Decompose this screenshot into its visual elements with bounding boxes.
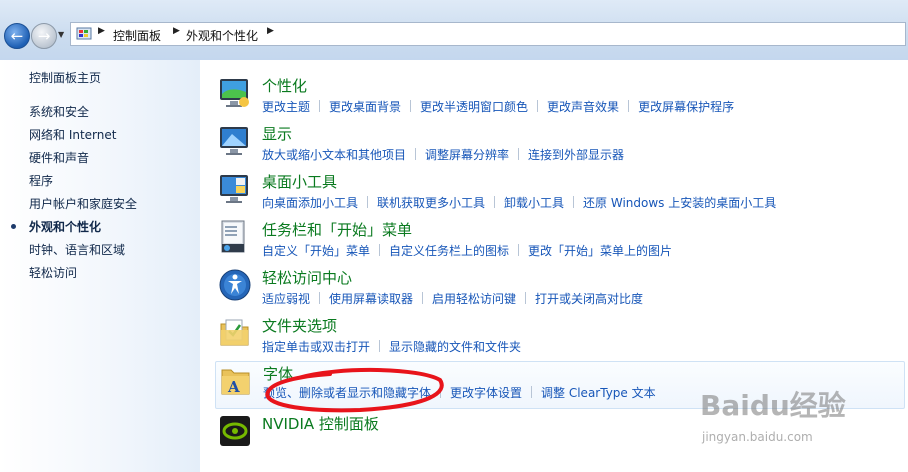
link-change-background[interactable]: 更改桌面背景 — [329, 100, 401, 114]
baidu-watermark: Baidu经验 jingyan.baidu.com — [690, 378, 905, 458]
divider — [525, 292, 527, 304]
sidebar-item-ease-of-access[interactable]: 轻松访问 — [29, 264, 77, 281]
link-click-open[interactable]: 指定单击或双击打开 — [262, 340, 370, 354]
forward-button[interactable]: → — [31, 23, 57, 49]
category-title[interactable]: 个性化 — [262, 75, 307, 96]
category-gadgets: 桌面小工具 向桌面添加小工具 联机获取更多小工具 卸载小工具 还原 Windows 上… — [215, 172, 905, 218]
fonts-icon: A — [221, 369, 250, 396]
link-restore-gadgets[interactable]: 还原 Windows 上安装的桌面小工具 — [583, 196, 776, 210]
personalization-icon — [220, 79, 249, 107]
address-bar[interactable]: ▶ 控制面板 ▶ 外观和个性化 ▶ — [70, 22, 906, 46]
gadgets-icon — [220, 175, 248, 203]
category-links: 向桌面添加小工具 联机获取更多小工具 卸载小工具 还原 Windows 上安装的桌面小… — [262, 194, 776, 211]
sidebar-item-hardware-sound[interactable]: 硬件和声音 — [29, 149, 89, 166]
divider — [440, 386, 442, 398]
category-title[interactable]: 字体 — [263, 363, 293, 384]
recent-pages-chevron-icon[interactable]: ▼ — [58, 30, 68, 40]
category-title[interactable]: 桌面小工具 — [262, 171, 337, 192]
link-external-display[interactable]: 连接到外部显示器 — [528, 148, 624, 162]
folder-options-icon — [220, 319, 249, 346]
forward-arrow-icon: → — [37, 27, 51, 45]
link-access-keys[interactable]: 启用轻松访问键 — [432, 292, 516, 306]
category-links: 预览、删除或者显示和隐藏字体 更改字体设置 调整 ClearType 文本 — [263, 384, 656, 401]
link-cleartype[interactable]: 调整 ClearType 文本 — [541, 386, 656, 400]
divider — [379, 244, 381, 256]
link-hidden-files[interactable]: 显示隐藏的文件和文件夹 — [389, 340, 521, 354]
link-get-gadgets[interactable]: 联机获取更多小工具 — [377, 196, 485, 210]
divider — [422, 292, 424, 304]
category-title[interactable]: 轻松访问中心 — [262, 267, 352, 288]
link-window-color[interactable]: 更改半透明窗口颜色 — [420, 100, 528, 114]
breadcrumb-separator-icon[interactable]: ▶ — [267, 26, 274, 36]
divider — [379, 340, 381, 352]
breadcrumb-separator-icon[interactable]: ▶ — [173, 26, 180, 36]
sidebar-item-home[interactable]: 控制面板主页 — [29, 69, 101, 86]
category-ease-of-access: 轻松访问中心 适应弱视 使用屏幕读取器 启用轻松访问键 打开或关闭高对比度 — [215, 268, 905, 314]
category-title[interactable]: NVIDIA 控制面板 — [262, 413, 379, 434]
back-button[interactable]: ← — [4, 23, 30, 49]
link-start-picture[interactable]: 更改「开始」菜单上的图片 — [528, 244, 672, 258]
category-title[interactable]: 显示 — [262, 123, 292, 144]
link-screen-reader[interactable]: 使用屏幕读取器 — [329, 292, 413, 306]
link-high-contrast[interactable]: 打开或关闭高对比度 — [535, 292, 643, 306]
divider — [518, 244, 520, 256]
category-folder-options: 文件夹选项 指定单击或双击打开 显示隐藏的文件和文件夹 — [215, 316, 905, 362]
category-links: 自定义「开始」菜单 自定义任务栏上的图标 更改「开始」菜单上的图片 — [262, 242, 672, 259]
divider — [628, 100, 630, 112]
link-uninstall-gadget[interactable]: 卸载小工具 — [504, 196, 564, 210]
back-arrow-icon: ← — [10, 27, 24, 45]
category-title[interactable]: 文件夹选项 — [262, 315, 337, 336]
nvidia-icon — [220, 416, 250, 446]
link-add-gadget[interactable]: 向桌面添加小工具 — [262, 196, 358, 210]
category-links: 指定单击或双击打开 显示隐藏的文件和文件夹 — [262, 338, 521, 355]
category-title[interactable]: 任务栏和「开始」菜单 — [262, 219, 412, 240]
category-links: 适应弱视 使用屏幕读取器 启用轻松访问键 打开或关闭高对比度 — [262, 290, 643, 307]
sidebar-item-appearance[interactable]: 外观和个性化 — [29, 218, 101, 235]
active-item-bullet-icon — [11, 224, 16, 229]
control-panel-icon — [76, 27, 92, 40]
ease-of-access-icon — [219, 269, 251, 301]
svg-text:A: A — [227, 378, 240, 396]
divider — [494, 196, 496, 208]
category-personalization: 个性化 更改主题 更改桌面背景 更改半透明窗口颜色 更改声音效果 更改屏幕保护程序 — [215, 76, 905, 122]
link-preview-fonts[interactable]: 预览、删除或者显示和隐藏字体 — [263, 386, 431, 400]
link-change-theme[interactable]: 更改主题 — [262, 100, 310, 114]
watermark-brand: Baidu经验 — [700, 389, 846, 422]
link-screensaver[interactable]: 更改屏幕保护程序 — [638, 100, 734, 114]
divider — [319, 100, 321, 112]
category-links: 更改主题 更改桌面背景 更改半透明窗口颜色 更改声音效果 更改屏幕保护程序 — [262, 98, 734, 115]
category-links: 放大或缩小文本和其他项目 调整屏幕分辨率 连接到外部显示器 — [262, 146, 624, 163]
divider — [537, 100, 539, 112]
divider — [518, 148, 520, 160]
watermark-url: jingyan.baidu.com — [702, 430, 813, 444]
sidebar-item-clock-language[interactable]: 时钟、语言和区域 — [29, 241, 125, 258]
link-text-size[interactable]: 放大或缩小文本和其他项目 — [262, 148, 406, 162]
divider — [367, 196, 369, 208]
breadcrumb-appearance[interactable]: 外观和个性化 — [186, 27, 258, 44]
divider — [531, 386, 533, 398]
breadcrumb-control-panel[interactable]: 控制面板 — [113, 27, 161, 44]
divider — [410, 100, 412, 112]
navigation-bar: ← → ▼ ▶ 控制面板 ▶ 外观和个性化 ▶ — [0, 0, 908, 60]
link-font-settings[interactable]: 更改字体设置 — [450, 386, 522, 400]
sidebar-item-network[interactable]: 网络和 Internet — [29, 126, 116, 143]
sidebar-item-user-accounts[interactable]: 用户帐户和家庭安全 — [29, 195, 137, 212]
link-resolution[interactable]: 调整屏幕分辨率 — [425, 148, 509, 162]
link-taskbar-icons[interactable]: 自定义任务栏上的图标 — [389, 244, 509, 258]
category-display: 显示 放大或缩小文本和其他项目 调整屏幕分辨率 连接到外部显示器 — [215, 124, 905, 170]
breadcrumb-separator-icon[interactable]: ▶ — [98, 26, 105, 36]
link-low-vision[interactable]: 适应弱视 — [262, 292, 310, 306]
sidebar-item-system-security[interactable]: 系统和安全 — [29, 103, 89, 120]
link-sound-effects[interactable]: 更改声音效果 — [547, 100, 619, 114]
display-icon — [220, 127, 248, 155]
taskbar-icon — [221, 220, 245, 253]
divider — [415, 148, 417, 160]
sidebar-item-programs[interactable]: 程序 — [29, 172, 53, 189]
category-taskbar: 任务栏和「开始」菜单 自定义「开始」菜单 自定义任务栏上的图标 更改「开始」菜单上的… — [215, 220, 905, 266]
divider — [573, 196, 575, 208]
divider — [319, 292, 321, 304]
link-customize-start[interactable]: 自定义「开始」菜单 — [262, 244, 370, 258]
